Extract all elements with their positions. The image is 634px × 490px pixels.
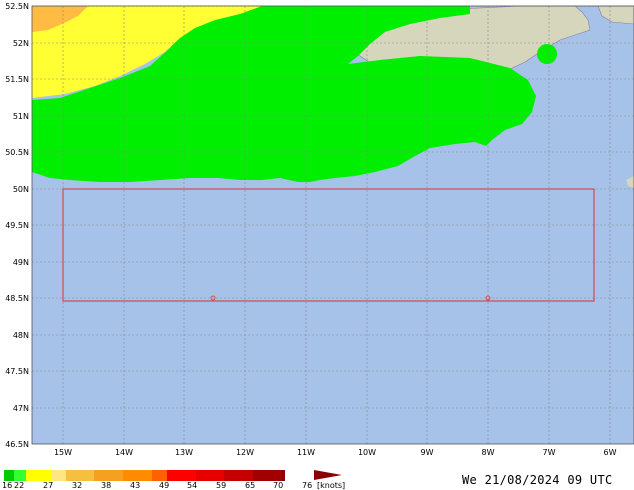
lat-label: 47N <box>13 404 29 413</box>
legend-label: 59 <box>216 481 227 490</box>
lon-label: 9W <box>421 448 434 457</box>
legend-swatch <box>4 470 14 481</box>
forecast-timestamp: We 21/08/2024 09 UTC <box>462 473 613 487</box>
longitude-labels: 15W 14W 13W 12W 11W 10W 9W 8W 7W 6W <box>54 448 617 457</box>
legend-arrow <box>314 470 342 480</box>
lat-label: 50N <box>13 185 29 194</box>
legend-label: 65 <box>245 481 256 490</box>
lon-label: 14W <box>115 448 133 457</box>
legend-label: 38 <box>101 481 112 490</box>
latitude-labels: 52.5N 52N 51.5N 51N 50.5N 50N 49.5N 49N … <box>5 2 29 449</box>
legend-swatch <box>282 470 285 481</box>
legend-swatch <box>123 470 152 481</box>
legend-labels: 16 22 27 32 38 43 49 54 59 65 70 76 [kno… <box>0 481 360 490</box>
legend-swatch <box>52 470 66 481</box>
legend-swatch <box>66 470 94 481</box>
lat-label: 46.5N <box>5 440 29 449</box>
legend-swatch <box>253 470 282 481</box>
lon-label: 7W <box>543 448 556 457</box>
lat-label: 49N <box>13 258 29 267</box>
legend-label: 70 <box>273 481 284 490</box>
lat-label: 48N <box>13 331 29 340</box>
lat-label: 48.5N <box>5 294 29 303</box>
legend-label: 27 <box>43 481 54 490</box>
legend-label: 32 <box>72 481 83 490</box>
lat-label: 52N <box>13 39 29 48</box>
legend-label: 76 <box>302 481 313 490</box>
legend-swatch <box>196 470 224 481</box>
legend-label: 16 <box>2 481 13 490</box>
lat-label: 51.5N <box>5 75 29 84</box>
legend-unit: [knots] <box>317 481 346 490</box>
lon-label: 6W <box>604 448 617 457</box>
lon-label: 15W <box>54 448 72 457</box>
lon-label: 8W <box>482 448 495 457</box>
wind-band-16-22-blob <box>537 44 557 64</box>
lon-label: 11W <box>297 448 315 457</box>
legend-swatch <box>26 470 52 481</box>
legend-label: 22 <box>14 481 25 490</box>
legend-swatch <box>224 470 253 481</box>
legend-swatch <box>167 470 196 481</box>
wind-forecast-map: 52.5N 52N 51.5N 51N 50.5N 50N 49.5N 49N … <box>5 2 634 457</box>
legend-swatch <box>152 470 167 481</box>
lon-label: 10W <box>358 448 376 457</box>
legend-swatch <box>14 470 26 481</box>
legend-label: 49 <box>159 481 170 490</box>
wind-speed-legend <box>4 470 285 481</box>
lat-label: 47.5N <box>5 367 29 376</box>
legend-swatch <box>94 470 123 481</box>
lat-label: 52.5N <box>5 2 29 11</box>
lat-label: 49.5N <box>5 221 29 230</box>
legend-label: 54 <box>187 481 198 490</box>
lat-label: 50.5N <box>5 148 29 157</box>
lat-label: 51N <box>13 112 29 121</box>
lon-label: 12W <box>236 448 254 457</box>
lon-label: 13W <box>175 448 193 457</box>
legend-label: 43 <box>130 481 141 490</box>
